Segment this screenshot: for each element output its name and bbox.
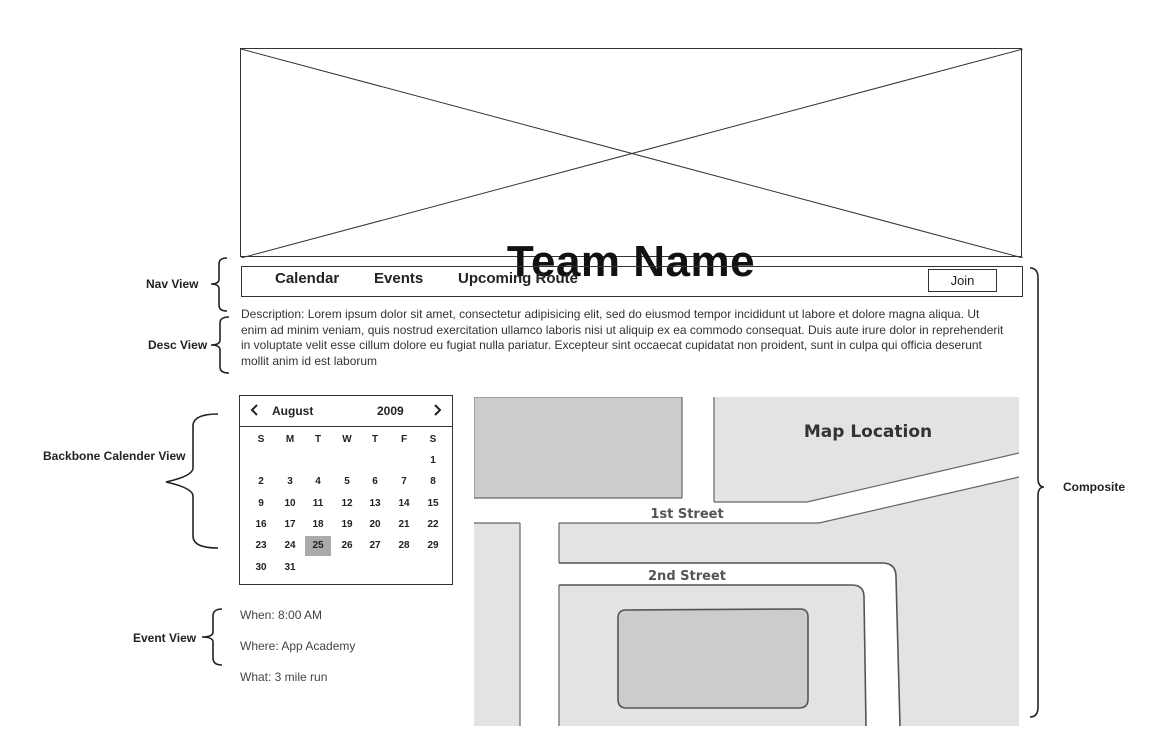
calendar-day[interactable]: 11 bbox=[305, 494, 331, 514]
weekday-header: M bbox=[285, 434, 295, 445]
hero-image-placeholder: Team Name bbox=[240, 48, 1023, 286]
event-what: What: 3 mile run bbox=[240, 670, 328, 684]
calendar-widget: August 2009 S M T W T F S 1 2 3 4 5 6 7 8 9 10 11 12 13 14 15… bbox=[239, 395, 453, 585]
weekday-header: T bbox=[371, 434, 379, 445]
chevron-left-icon[interactable] bbox=[250, 403, 260, 419]
placeholder-cross-icon bbox=[241, 49, 1023, 258]
calendar-day[interactable]: 16 bbox=[248, 515, 274, 535]
calendar-day[interactable]: 4 bbox=[305, 472, 331, 492]
calendar-day[interactable]: 9 bbox=[248, 494, 274, 514]
calendar-day[interactable]: 3 bbox=[277, 472, 303, 492]
label-composite: Composite bbox=[1063, 480, 1126, 494]
calendar-day[interactable]: 8 bbox=[420, 472, 446, 492]
calendar-day-selected[interactable]: 25 bbox=[305, 536, 331, 557]
label-calendar-view: Backbone Calender View bbox=[43, 449, 186, 463]
nav-item-upcoming-route[interactable]: Upcoming Route bbox=[458, 270, 578, 287]
weekday-header: F bbox=[400, 434, 408, 445]
calendar-year[interactable]: 2009 bbox=[377, 404, 404, 418]
join-button[interactable]: Join bbox=[928, 269, 997, 292]
calendar-day[interactable]: 12 bbox=[334, 494, 360, 514]
calendar-day[interactable]: 29 bbox=[420, 536, 446, 556]
event-where: Where: App Academy bbox=[240, 639, 356, 653]
street-label-2nd: 2nd Street bbox=[648, 569, 726, 584]
calendar-day[interactable]: 13 bbox=[362, 494, 388, 514]
calendar-day[interactable]: 28 bbox=[391, 536, 417, 556]
calendar-day[interactable]: 18 bbox=[305, 515, 331, 535]
calendar-day[interactable]: 22 bbox=[420, 515, 446, 535]
weekday-header: S bbox=[257, 434, 265, 445]
event-when: When: 8:00 AM bbox=[240, 608, 323, 622]
calendar-day[interactable]: 6 bbox=[362, 472, 388, 492]
calendar-day[interactable]: 23 bbox=[248, 536, 274, 556]
calendar-day[interactable]: 30 bbox=[248, 558, 274, 578]
map-canvas: Map Location 1st Street 2nd Street bbox=[473, 396, 1020, 727]
weekday-header: T bbox=[314, 434, 322, 445]
calendar-day[interactable]: 7 bbox=[391, 472, 417, 492]
calendar-month[interactable]: August bbox=[272, 404, 313, 418]
label-desc-view: Desc View bbox=[148, 338, 208, 352]
map-title: Map Location bbox=[804, 422, 932, 442]
calendar-day[interactable]: 14 bbox=[391, 494, 417, 514]
calendar-day[interactable]: 15 bbox=[420, 494, 446, 514]
calendar-day[interactable]: 27 bbox=[362, 536, 388, 556]
street-label-1st: 1st Street bbox=[650, 507, 723, 522]
nav-item-events[interactable]: Events bbox=[374, 270, 423, 287]
calendar-day[interactable]: 10 bbox=[277, 494, 303, 514]
calendar-day[interactable]: 26 bbox=[334, 536, 360, 556]
weekday-header: S bbox=[429, 434, 437, 445]
chevron-right-icon[interactable] bbox=[432, 403, 442, 419]
weekday-header: W bbox=[342, 434, 352, 445]
map-view[interactable]: Map Location 1st Street 2nd Street bbox=[473, 396, 1020, 727]
calendar-day[interactable]: 24 bbox=[277, 536, 303, 556]
team-description: Description: Lorem ipsum dolor sit amet,… bbox=[241, 307, 1004, 368]
calendar-day[interactable]: 17 bbox=[277, 515, 303, 535]
nav-item-calendar[interactable]: Calendar bbox=[275, 270, 339, 287]
calendar-day[interactable]: 21 bbox=[391, 515, 417, 535]
calendar-day[interactable]: 19 bbox=[334, 515, 360, 535]
calendar-day[interactable]: 31 bbox=[277, 558, 303, 578]
label-nav-view: Nav View bbox=[146, 277, 199, 291]
calendar-day[interactable]: 2 bbox=[248, 472, 274, 492]
calendar-day[interactable]: 20 bbox=[362, 515, 388, 535]
calendar-header: August 2009 bbox=[240, 396, 452, 427]
nav-bar: Calendar Events Upcoming Route Join bbox=[241, 266, 1023, 297]
calendar-day[interactable]: 1 bbox=[420, 451, 446, 471]
calendar-day[interactable]: 5 bbox=[334, 472, 360, 492]
label-event-view: Event View bbox=[133, 631, 197, 645]
